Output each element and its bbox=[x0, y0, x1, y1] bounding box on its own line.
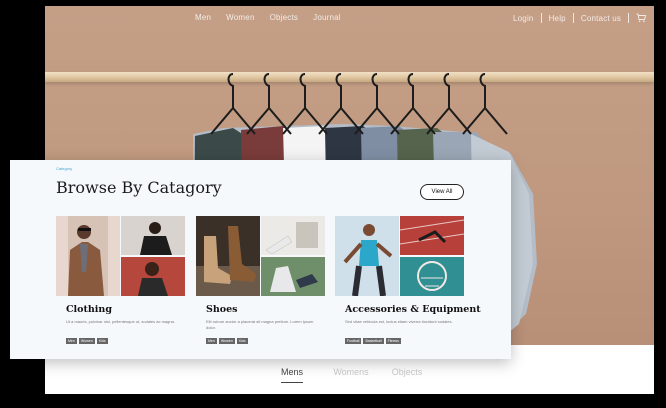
tag[interactable]: Women bbox=[78, 338, 95, 344]
view-all-button[interactable]: View All bbox=[420, 184, 464, 200]
login-link[interactable]: Login bbox=[513, 14, 534, 23]
tag[interactable]: Football bbox=[345, 338, 362, 344]
tag[interactable]: Men bbox=[66, 338, 77, 344]
category-tags: Men Women Kids bbox=[66, 338, 108, 344]
tag[interactable]: Kids bbox=[96, 338, 108, 344]
help-link[interactable]: Help bbox=[549, 14, 566, 23]
category-name: Clothing bbox=[66, 304, 112, 315]
clothing-photo-collage bbox=[56, 216, 185, 296]
nav-objects[interactable]: Objects bbox=[270, 13, 299, 22]
tab-objects[interactable]: Objects bbox=[383, 367, 431, 383]
divider bbox=[540, 13, 542, 23]
accessories-photo-collage bbox=[335, 216, 464, 296]
category-accessories[interactable]: Accessories & Equipment Sed vitae vehicu… bbox=[335, 216, 481, 351]
tag[interactable]: Men bbox=[206, 338, 217, 344]
tab-womens[interactable]: Womens bbox=[327, 367, 375, 383]
category-description: Elit rutrum auctor a placerat sit magna … bbox=[206, 319, 314, 330]
nav-men[interactable]: Men bbox=[195, 13, 211, 22]
page-title: Browse By Catagory bbox=[56, 178, 222, 197]
utility-nav: Login Help Contact us bbox=[513, 13, 647, 23]
category-description: Sed vitae vehicula est, luctus etiam viv… bbox=[345, 319, 453, 324]
category-name: Shoes bbox=[206, 304, 238, 315]
cart-icon[interactable] bbox=[636, 13, 647, 23]
category-clothing[interactable]: Clothing Ut a mauris, pulvinar nisi, pel… bbox=[56, 216, 185, 351]
main-nav: Men Women Objects Journal bbox=[195, 13, 341, 22]
category-tags: Football Basketball Fitness bbox=[345, 338, 401, 344]
top-navigation: Men Women Objects Journal Login Help Con… bbox=[45, 13, 654, 29]
category-tabs: Mens Womens Objects bbox=[281, 367, 431, 383]
browse-category-card: Category Browse By Catagory View All Clo… bbox=[10, 160, 511, 359]
tag[interactable]: Kids bbox=[236, 338, 248, 344]
category-shoes[interactable]: Shoes Elit rutrum auctor a placerat sit … bbox=[196, 216, 325, 351]
category-name: Accessories & Equipment bbox=[345, 304, 481, 315]
nav-journal[interactable]: Journal bbox=[313, 13, 341, 22]
breadcrumb[interactable]: Category bbox=[56, 166, 72, 171]
tag[interactable]: Fitness bbox=[385, 338, 401, 344]
nav-women[interactable]: Women bbox=[226, 13, 254, 22]
tag[interactable]: Women bbox=[218, 338, 235, 344]
category-description: Ut a mauris, pulvinar nisi, pellentesque… bbox=[66, 319, 175, 324]
divider bbox=[572, 13, 574, 23]
shoes-photo-collage bbox=[196, 216, 325, 296]
tab-mens[interactable]: Mens bbox=[281, 367, 303, 383]
contact-link[interactable]: Contact us bbox=[581, 14, 621, 23]
category-tags: Men Women Kids bbox=[206, 338, 248, 344]
divider bbox=[628, 13, 630, 23]
tag[interactable]: Basketball bbox=[363, 338, 384, 344]
